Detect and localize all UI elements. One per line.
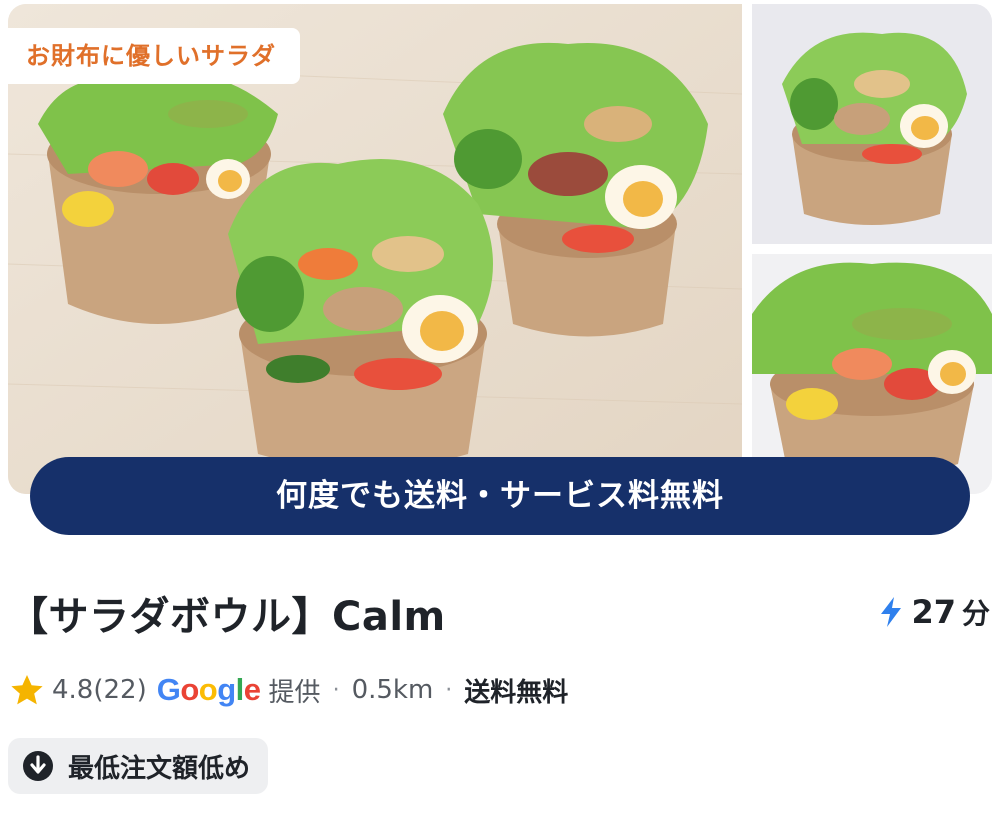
eta-unit: 分 bbox=[961, 597, 990, 630]
star-icon bbox=[11, 675, 43, 705]
rating-row: 4.8 (22) Google 提供 · 0.5km · 送料無料 bbox=[10, 668, 568, 712]
google-logo: Google bbox=[157, 672, 261, 708]
eta-minutes: 27 bbox=[911, 593, 956, 631]
chicken-salad-illustration bbox=[752, 4, 992, 244]
google-logo-letter: e bbox=[243, 672, 261, 707]
lightning-icon bbox=[881, 597, 902, 627]
provided-by-label: 提供 bbox=[268, 677, 321, 708]
separator-dot: · bbox=[445, 677, 453, 703]
delivery-fee: 送料無料 bbox=[464, 677, 569, 708]
chip-label: 最低注文額低め bbox=[68, 753, 251, 784]
arrow-down-circle-icon bbox=[23, 751, 53, 781]
review-count: (22) bbox=[93, 675, 147, 705]
google-logo-letter: l bbox=[235, 672, 245, 707]
separator-dot: · bbox=[332, 677, 340, 703]
google-logo-letter: o bbox=[198, 672, 218, 707]
side-food-image-top[interactable] bbox=[752, 4, 992, 244]
distance: 0.5km bbox=[351, 675, 434, 705]
free-delivery-promo-banner[interactable]: 何度でも送料・サービス料無料 bbox=[30, 457, 970, 535]
google-logo-letter: G bbox=[156, 672, 181, 707]
google-logo-letter: o bbox=[180, 672, 199, 707]
delivery-eta: 27 分 bbox=[877, 590, 990, 634]
google-logo-letter: g bbox=[217, 672, 236, 707]
promo-tag-label: お財布に優しいサラダ bbox=[8, 28, 300, 84]
store-name[interactable]: 【サラダボウル】Calm bbox=[8, 584, 446, 642]
rating-value: 4.8 bbox=[52, 675, 94, 705]
low-minimum-order-chip[interactable]: 最低注文額低め bbox=[8, 738, 269, 794]
image-gallery[interactable]: お財布に優しいサラダ 何度でも送料・サービス料無料 bbox=[0, 0, 1000, 540]
